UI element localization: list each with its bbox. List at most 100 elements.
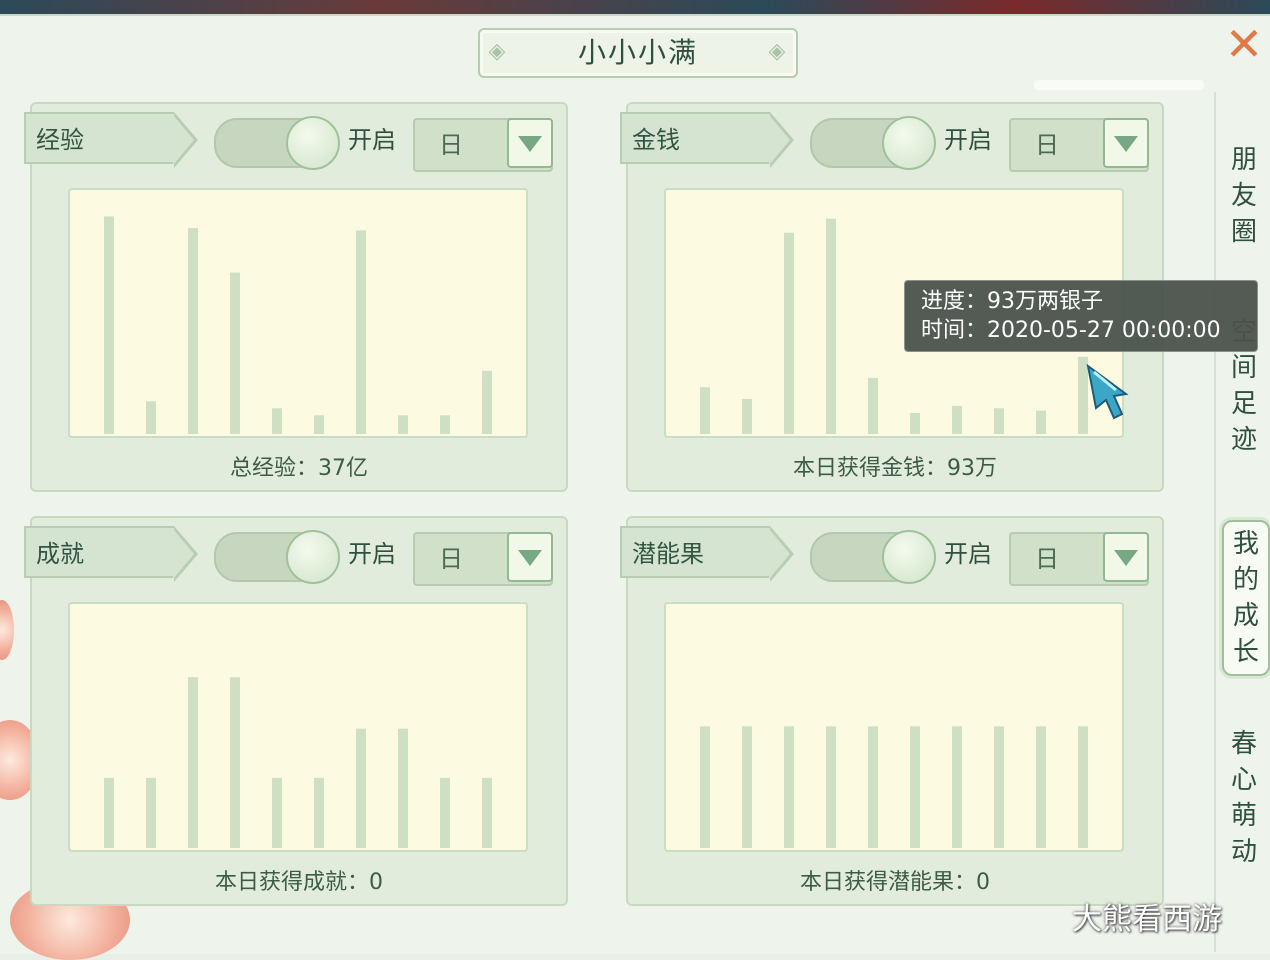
chart-bar[interactable] xyxy=(1036,726,1046,848)
chart-bar[interactable] xyxy=(952,405,962,434)
tab-label-char: 成 xyxy=(1232,601,1259,631)
experience-toggle[interactable] xyxy=(214,116,340,170)
chart-bar[interactable] xyxy=(104,777,114,848)
toggle-label: 开启 xyxy=(348,540,396,568)
close-button[interactable]: ✕ xyxy=(1222,21,1266,67)
panel-tag: 潜能果 xyxy=(620,526,770,578)
chart-bar[interactable] xyxy=(146,777,156,848)
tab-label-char: 间 xyxy=(1230,353,1257,383)
tab-label-char: 朋 xyxy=(1230,145,1257,175)
chart-bar[interactable] xyxy=(230,272,240,434)
chart-bar[interactable] xyxy=(910,412,920,434)
tab-moments[interactable]: 朋友圈 xyxy=(1222,142,1266,250)
panel-tag: 经验 xyxy=(24,112,174,164)
potential-summary: 本日获得潜能果：0 xyxy=(800,870,990,895)
toggle-knob[interactable] xyxy=(286,116,340,170)
toggle-knob[interactable] xyxy=(882,116,936,170)
period-select[interactable]: 日 xyxy=(1009,532,1149,586)
chart-bar[interactable] xyxy=(272,777,282,848)
achievement-panel: 成就 开启 日 本日获得成就：0 xyxy=(24,516,568,906)
money-toggle[interactable] xyxy=(810,116,936,170)
potential-toggle[interactable] xyxy=(810,530,936,584)
tab-my-growth[interactable]: 我的成长 xyxy=(1222,520,1270,676)
toggle-knob[interactable] xyxy=(286,530,340,584)
achievement-toggle[interactable] xyxy=(214,530,340,584)
ornament-icon: ◈ xyxy=(488,39,508,64)
tab-spring-heart[interactable]: 春心萌动 xyxy=(1222,726,1266,870)
tag-arrow-inner xyxy=(769,529,790,579)
dropdown-arrow-icon[interactable] xyxy=(1103,532,1149,582)
chart-bar[interactable] xyxy=(826,218,836,434)
chart-bar[interactable] xyxy=(188,677,198,848)
panel-tag: 金钱 xyxy=(620,112,770,164)
tab-label-char: 动 xyxy=(1230,837,1257,867)
period-value: 日 xyxy=(439,131,463,159)
potential-chart-svg xyxy=(700,726,1088,848)
achievement-summary: 本日获得成就：0 xyxy=(215,870,383,895)
chart-bar[interactable] xyxy=(784,726,794,848)
panel-tag-label: 经验 xyxy=(36,126,84,154)
chart-bar[interactable] xyxy=(440,777,450,848)
tab-label-char: 的 xyxy=(1232,565,1259,595)
tab-label-char: 足 xyxy=(1230,389,1257,419)
chart-bar[interactable] xyxy=(952,726,962,848)
period-value: 日 xyxy=(439,545,463,573)
chart-bar[interactable] xyxy=(314,415,324,434)
chart-bar[interactable] xyxy=(440,415,450,434)
tab-label-char: 圈 xyxy=(1230,217,1257,247)
window-title-plate: ◈ 小小小满 ◈ xyxy=(478,28,798,78)
potential-panel: 潜能果 开启 日 本日获得潜能果：0 xyxy=(620,516,1164,906)
dropdown-arrow-icon[interactable] xyxy=(1103,118,1149,168)
chart-bar[interactable] xyxy=(272,408,282,434)
chart-bar[interactable] xyxy=(742,398,752,434)
chart-bar[interactable] xyxy=(398,728,408,848)
experience-summary: 总经验：37亿 xyxy=(230,456,368,481)
panel-tag-label: 潜能果 xyxy=(632,540,704,568)
tab-label-char: 萌 xyxy=(1230,801,1257,831)
tab-label-char: 迹 xyxy=(1230,425,1257,455)
chart-bar[interactable] xyxy=(868,377,878,434)
chart-bar[interactable] xyxy=(826,726,836,848)
chart-bar[interactable] xyxy=(700,387,710,434)
panel-tag-label: 金钱 xyxy=(632,126,680,154)
chart-bar[interactable] xyxy=(314,777,324,848)
chart-bar[interactable] xyxy=(868,726,878,848)
chart-bar[interactable] xyxy=(482,370,492,434)
toggle-knob[interactable] xyxy=(882,530,936,584)
tag-arrow-inner xyxy=(173,529,194,579)
experience-chart-svg xyxy=(104,216,492,434)
sidebar: 朋友圈 空间足迹 我的成长 春心萌动 xyxy=(1214,92,1270,952)
ornament-icon: ◈ xyxy=(768,39,788,64)
dropdown-arrow-icon[interactable] xyxy=(507,532,553,582)
toggle-label: 开启 xyxy=(348,126,396,154)
chart-bar[interactable] xyxy=(742,726,752,848)
period-select[interactable]: 日 xyxy=(1009,118,1149,172)
game-hud-strip xyxy=(0,0,1270,14)
chart-bar[interactable] xyxy=(356,728,366,848)
period-select[interactable]: 日 xyxy=(413,118,553,172)
chart-bar[interactable] xyxy=(910,726,920,848)
chart-bar[interactable] xyxy=(146,401,156,434)
chart-bar[interactable] xyxy=(784,232,794,434)
tooltip-progress: 进度：93万两银子 xyxy=(921,289,1103,314)
tab-label-char: 心 xyxy=(1230,765,1257,795)
chart-bar[interactable] xyxy=(994,408,1004,434)
tab-label-char: 春 xyxy=(1230,729,1257,759)
chart-bar[interactable] xyxy=(356,230,366,434)
chart-tooltip: 进度：93万两银子 时间：2020-05-27 00:00:00 xyxy=(904,280,1258,352)
chart-bar[interactable] xyxy=(994,726,1004,848)
chart-bar[interactable] xyxy=(188,228,198,434)
period-select[interactable]: 日 xyxy=(413,532,553,586)
chart-bar[interactable] xyxy=(482,777,492,848)
chart-bar[interactable] xyxy=(1036,410,1046,434)
chart-bar[interactable] xyxy=(230,677,240,848)
decorative-bar xyxy=(1034,80,1204,90)
dropdown-arrow-icon[interactable] xyxy=(507,118,553,168)
chart-bar[interactable] xyxy=(1078,726,1088,848)
panel-tag-label: 成就 xyxy=(36,540,84,568)
experience-chart xyxy=(68,188,528,438)
watermark: 大熊看西游 xyxy=(1072,902,1222,937)
chart-bar[interactable] xyxy=(104,216,114,434)
chart-bar[interactable] xyxy=(700,726,710,848)
chart-bar[interactable] xyxy=(398,415,408,434)
